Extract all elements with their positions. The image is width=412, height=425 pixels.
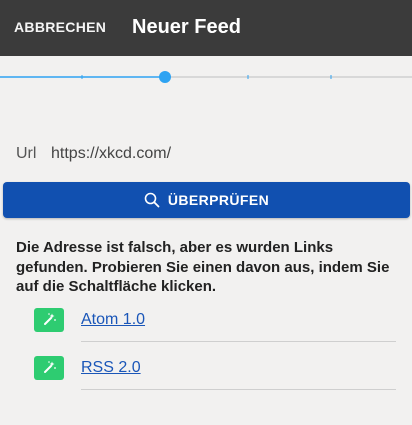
progress-stepper (0, 71, 412, 83)
magic-wand-icon[interactable] (34, 308, 64, 332)
url-row: Url (16, 143, 396, 165)
feed-item-rss[interactable]: RSS 2.0 (0, 356, 412, 404)
url-label: Url (16, 145, 37, 162)
search-icon (144, 192, 160, 208)
url-input[interactable] (51, 143, 371, 165)
divider (81, 341, 396, 342)
feed-link-atom[interactable]: Atom 1.0 (81, 311, 145, 329)
magic-wand-icon[interactable] (34, 356, 64, 380)
app-bar: ABBRECHEN Neuer Feed (0, 0, 412, 56)
stepper-current-dot (159, 71, 171, 83)
page-title: Neuer Feed (132, 16, 241, 38)
feed-link-rss[interactable]: RSS 2.0 (81, 359, 141, 377)
feed-item-atom[interactable]: Atom 1.0 (0, 308, 412, 356)
divider (81, 389, 396, 390)
status-message: Die Adresse ist falsch, aber es wurden L… (16, 239, 390, 295)
check-button-label: ÜBERPRÜFEN (167, 192, 270, 208)
cancel-button[interactable]: ABBRECHEN (14, 19, 106, 35)
check-button[interactable]: ÜBERPRÜFEN (3, 182, 410, 218)
